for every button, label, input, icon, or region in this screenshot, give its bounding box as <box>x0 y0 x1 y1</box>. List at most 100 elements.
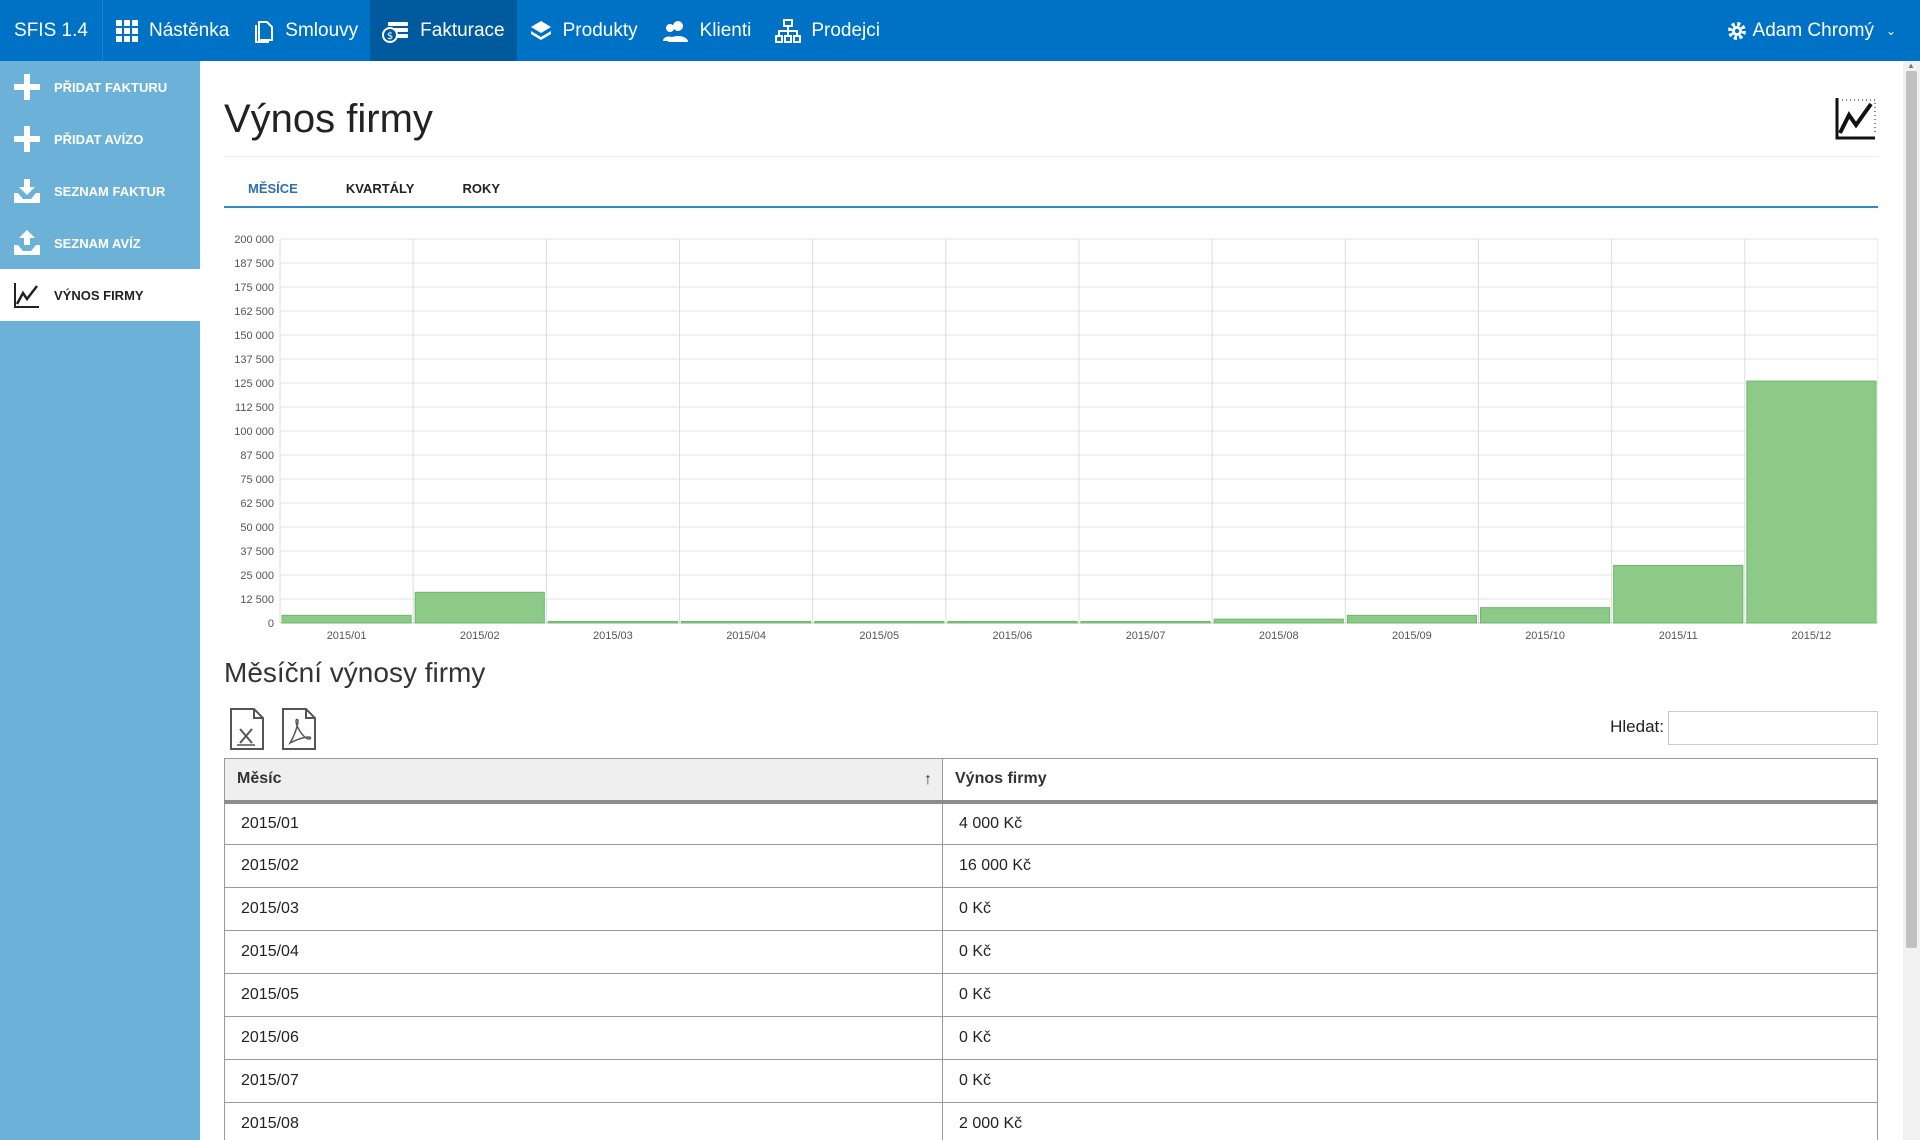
x-tick-label: 2015/11 <box>1659 630 1698 642</box>
search-label: Hledat: <box>1610 717 1664 736</box>
sidebar-item-label: PŘIDAT AVÍZO <box>54 131 144 147</box>
table-row: 2015/06 0 Kč <box>224 1016 1878 1060</box>
nav-item-klienti[interactable]: Klienti <box>650 0 764 61</box>
nav-label: Prodejci <box>811 19 881 41</box>
sort-ascending-icon: ↑ <box>924 771 932 788</box>
y-tick-label: 75 000 <box>240 474 274 486</box>
month-cell: 2015/08 <box>224 1102 943 1140</box>
x-tick-label: 2015/08 <box>1259 630 1299 642</box>
month-cell: 2015/02 <box>224 844 943 888</box>
line-chart-icon <box>1835 98 1876 140</box>
y-tick-label: 37 500 <box>240 546 274 558</box>
y-tick-label: 112 500 <box>235 402 274 414</box>
plus-icon <box>14 74 40 100</box>
x-tick-label: 2015/07 <box>1126 630 1166 642</box>
y-tick-label: 150 000 <box>234 330 274 342</box>
y-tick-label: 175 000 <box>234 282 274 294</box>
table-row: 2015/08 2 000 Kč <box>224 1102 1878 1140</box>
y-tick-label: 62 500 <box>240 498 274 510</box>
nav-label: Nástěnka <box>149 19 230 41</box>
sidebar-item-pridat-avizo[interactable]: PŘIDAT AVÍZO <box>0 113 200 165</box>
period-tabs: MĚSÍCE KVARTÁLY ROKY <box>224 175 1878 208</box>
revenue-cell: 16 000 Kč <box>942 844 1878 888</box>
sidebar-item-seznam-aviz[interactable]: SEZNAM AVÍZ <box>0 217 200 269</box>
main-nav: Nástěnka Smlouvy $ Fakturace Produkty Kl… <box>103 0 892 61</box>
layers-icon <box>530 20 551 40</box>
nav-label: Klienti <box>699 19 752 41</box>
sidebar-item-label: SEZNAM AVÍZ <box>54 235 141 251</box>
page-scrollbar[interactable]: ▲ <box>1903 61 1920 1140</box>
bar-2015-12 <box>1746 380 1877 624</box>
x-tick-label: 2015/12 <box>1792 630 1832 642</box>
bar-2015-11 <box>1613 564 1744 624</box>
title-divider <box>224 156 1878 157</box>
brand[interactable]: SFIS 1.4 <box>0 0 103 61</box>
sidebar-item-vynos-firmy[interactable]: VÝNOS FIRMY <box>0 269 200 321</box>
y-tick-label: 25 000 <box>240 570 274 582</box>
x-tick-label: 2015/01 <box>327 630 367 642</box>
month-cell: 2015/06 <box>224 1016 943 1060</box>
revenue-cell: 0 Kč <box>942 973 1878 1017</box>
sidebar-item-label: PŘIDAT FAKTURU <box>54 79 168 95</box>
chevron-down-icon: ⌄ <box>1885 23 1896 38</box>
search-input[interactable] <box>1668 711 1878 745</box>
grid-icon <box>116 19 138 42</box>
bar-2015-09 <box>1346 614 1478 624</box>
y-tick-label: 50 000 <box>240 522 274 534</box>
svg-text:$: $ <box>387 31 393 42</box>
nav-item-fakturace[interactable]: $ Fakturace <box>370 0 517 61</box>
x-tick-label: 2015/05 <box>859 630 899 642</box>
revenue-cell: 4 000 Kč <box>942 801 1878 845</box>
excel-file-icon[interactable] <box>228 707 266 751</box>
user-name: Adam Chromý <box>1752 19 1874 41</box>
page-title: Výnos firmy <box>224 97 433 141</box>
nav-item-produkty[interactable]: Produkty <box>517 0 650 61</box>
nav-item-nastenka[interactable]: Nástěnka <box>103 0 241 61</box>
column-header-mesic[interactable]: Měsíc ↑ <box>224 758 943 804</box>
money-icon: $ <box>382 21 409 43</box>
scrollbar-thumb[interactable] <box>1906 71 1917 948</box>
bar-2015-08 <box>1213 618 1344 624</box>
x-tick-label: 2015/03 <box>593 630 633 642</box>
tab-kvartaly[interactable]: KVARTÁLY <box>322 175 439 206</box>
table-row: 2015/07 0 Kč <box>224 1059 1878 1103</box>
bar-2015-01 <box>281 614 412 624</box>
nav-item-prodejci[interactable]: Prodejci <box>763 0 892 61</box>
revenue-cell: 0 Kč <box>942 1016 1878 1060</box>
x-tick-label: 2015/09 <box>1392 630 1432 642</box>
table-row: 2015/03 0 Kč <box>224 887 1878 931</box>
sidebar-item-label: SEZNAM FAKTUR <box>54 183 166 199</box>
pdf-file-icon[interactable] <box>280 707 318 751</box>
column-header-label: Výnos firmy <box>955 770 1047 788</box>
plus-icon <box>14 126 40 152</box>
tab-roky[interactable]: ROKY <box>438 175 524 206</box>
user-menu[interactable]: Adam Chromý ⌄ <box>1727 0 1896 61</box>
sidebar: PŘIDAT FAKTURU PŘIDAT AVÍZO SEZNAM FAKTU… <box>0 61 200 1140</box>
revenue-cell: 0 Kč <box>942 930 1878 974</box>
nav-label: Fakturace <box>420 19 505 41</box>
table-row: 2015/02 16 000 Kč <box>224 844 1878 888</box>
nav-item-smlouvy[interactable]: Smlouvy <box>241 0 370 61</box>
y-tick-label: 100 000 <box>234 426 274 438</box>
hierarchy-icon <box>775 18 802 43</box>
y-tick-label: 187 500 <box>234 258 274 270</box>
sidebar-item-seznam-faktur[interactable]: SEZNAM FAKTUR <box>0 165 200 217</box>
bar-2015-02 <box>414 591 545 624</box>
y-tick-label: 12 500 <box>240 594 274 606</box>
sidebar-item-pridat-fakturu[interactable]: PŘIDAT FAKTURU <box>0 61 200 113</box>
y-tick-label: 200 000 <box>234 234 274 246</box>
users-icon <box>662 20 688 42</box>
bar-2015-10 <box>1480 607 1611 624</box>
month-cell: 2015/04 <box>224 930 943 974</box>
revenue-cell: 0 Kč <box>942 1059 1878 1103</box>
tab-mesice[interactable]: MĚSÍCE <box>224 175 322 206</box>
y-tick-label: 137 500 <box>234 354 274 366</box>
scroll-up-arrow-icon[interactable]: ▲ <box>1907 61 1915 70</box>
bar-2015-03 <box>547 621 679 624</box>
sidebar-item-label: VÝNOS FIRMY <box>54 287 144 303</box>
column-header-vynos[interactable]: Výnos firmy <box>942 758 1878 804</box>
month-cell: 2015/07 <box>224 1059 943 1103</box>
nav-label: Smlouvy <box>285 19 359 41</box>
x-tick-label: 2015/04 <box>726 630 766 642</box>
column-header-label: Měsíc <box>237 770 282 788</box>
